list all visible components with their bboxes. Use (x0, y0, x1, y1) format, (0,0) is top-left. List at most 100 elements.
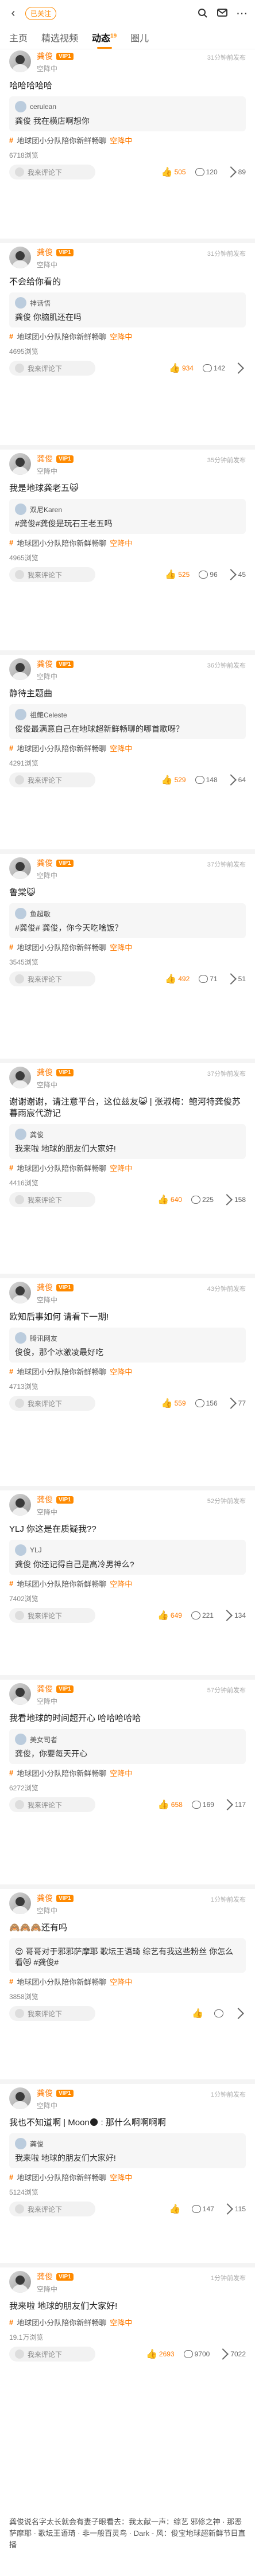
share-button[interactable]: 134 (221, 1610, 246, 1621)
quoted-comment[interactable]: 祖鲍Celeste 俊俊最满意自己在地球超新鲜畅聊的哪首歌呀？ (9, 704, 246, 739)
tab-circle[interactable]: 圈儿 (130, 30, 149, 49)
topic-tag[interactable]: # 地球团小分队陪你新鲜畅聊 空降中 (9, 331, 246, 342)
like-button[interactable]: 👍 658 (158, 1799, 183, 1810)
topic-tag[interactable]: # 地球团小分队陪你新鲜畅聊 空降中 (9, 942, 246, 953)
share-button[interactable]: 117 (221, 1799, 246, 1810)
quoted-comment[interactable]: 腾讯网友 俊俊，那个冰激凌最好吃 (9, 1328, 246, 1363)
reply-input[interactable]: 我来评论下 (9, 1797, 95, 1812)
author-name[interactable]: 龚俊 (37, 2087, 53, 2099)
share-button[interactable]: 7022 (217, 2348, 246, 2360)
comment-button[interactable] (214, 2009, 225, 2017)
quoted-comment[interactable]: 鱼超敏 #龚俊# 龚俊，你今天吃啥饭？ (9, 903, 246, 938)
reply-input[interactable]: 我来评论下 (9, 567, 95, 582)
author-name[interactable]: 龚俊 (37, 247, 53, 258)
topic-tag[interactable]: # 地球团小分队陪你新鲜畅聊 空降中 (9, 2317, 246, 2328)
topic-tag[interactable]: # 地球团小分队陪你新鲜畅聊 空降中 (9, 537, 246, 548)
like-button[interactable]: 👍 (192, 2008, 205, 2019)
share-button[interactable]: 51 (225, 973, 246, 985)
reply-input[interactable]: 我来评论下 (9, 2202, 95, 2216)
reply-input[interactable]: 我来评论下 (9, 971, 95, 986)
share-button[interactable]: 45 (225, 569, 246, 580)
post-card[interactable]: 龚俊 VIP1 空降中 52分钟前发布 YLJ 你这是在质疑我?? YLJ 龚俊… (0, 1494, 255, 1623)
tab-home[interactable]: 主页 (9, 30, 28, 49)
post-card[interactable]: 龚俊 VIP1 空降中 1分钟前发布 我也不知道啊 | Moon🌑 : 那什么啊… (0, 2087, 255, 2216)
author-name[interactable]: 龚俊 (37, 1683, 53, 1695)
topic-tag[interactable]: # 地球团小分队陪你新鲜畅聊 空降中 (9, 1767, 246, 1778)
post-card[interactable]: 龚俊 VIP1 空降中 31分钟前发布 哈哈哈哈哈 cerulean 龚俊 我在… (0, 50, 255, 179)
reply-input[interactable]: 我来评论下 (9, 2006, 95, 2021)
reply-input[interactable]: 我来评论下 (9, 1608, 95, 1623)
avatar[interactable] (9, 1892, 31, 1914)
share-button[interactable]: 158 (221, 1194, 246, 1205)
quoted-comment[interactable]: 😍 哥哥对于邪邪萨摩耶 歌坛王语琦 综艺有我这些粉丝 你怎么看😻 #龚俊# (9, 1938, 246, 1973)
topic-tag[interactable]: # 地球团小分队陪你新鲜畅聊 空降中 (9, 2172, 246, 2183)
author-name[interactable]: 龚俊 (37, 1892, 53, 1904)
topic-tag[interactable]: # 地球团小分队陪你新鲜畅聊 空降中 (9, 743, 246, 754)
quoted-comment[interactable]: 龚俊 我来啦 地球的朋友们大家好! (9, 1124, 246, 1159)
like-button[interactable]: 👍 505 (161, 166, 186, 178)
reply-input[interactable]: 我来评论下 (9, 1396, 95, 1411)
share-button[interactable]: 77 (225, 1398, 246, 1409)
quoted-comment[interactable]: 美女司者 龚俊，你要每天开心 (9, 1729, 246, 1764)
share-button[interactable]: 115 (221, 2203, 246, 2215)
topic-tag[interactable]: # 地球团小分队陪你新鲜畅聊 空降中 (9, 135, 246, 146)
author-name[interactable]: 龚俊 (37, 1494, 53, 1505)
comment-button[interactable]: 9700 (183, 2350, 210, 2358)
like-button[interactable]: 👍 649 (157, 1610, 182, 1621)
like-button[interactable]: 👍 559 (161, 1398, 186, 1409)
comment-button[interactable]: 120 (195, 168, 218, 176)
like-button[interactable]: 👍 525 (165, 569, 190, 580)
post-card[interactable]: 龚俊 VIP1 空降中 35分钟前发布 我是地球龚老五😺 双尼Karen #龚俊… (0, 453, 255, 582)
reply-input[interactable]: 我来评论下 (9, 1192, 95, 1207)
avatar[interactable] (9, 1282, 31, 1303)
comment-button[interactable]: 147 (191, 2205, 214, 2213)
author-name[interactable]: 龚俊 (37, 2271, 53, 2282)
post-card[interactable]: 龚俊 VIP1 空降中 1分钟前发布 我来啦 地球的朋友们大家好! # 地球团小… (0, 2271, 255, 2362)
avatar[interactable] (9, 658, 31, 680)
author-name[interactable]: 龚俊 (37, 1282, 53, 1293)
author-name[interactable]: 龚俊 (37, 50, 53, 62)
share-button[interactable] (233, 362, 246, 374)
avatar[interactable] (9, 50, 31, 72)
topic-tag[interactable]: # 地球团小分队陪你新鲜畅聊 空降中 (9, 1976, 246, 1987)
quoted-comment[interactable]: 双尼Karen #龚俊#龚俊是玩石王老五吗 (9, 499, 246, 534)
post-card[interactable]: 龚俊 VIP1 空降中 1分钟前发布 🙈🙈🙈还有吗 😍 哥哥对于邪邪萨摩耶 歌坛… (0, 1892, 255, 2021)
avatar[interactable] (9, 453, 31, 475)
post-card[interactable]: 龚俊 VIP1 空降中 43分钟前发布 欧知后事如何 请看下一期! 腾讯网友 俊… (0, 1282, 255, 1411)
like-button[interactable]: 👍 492 (165, 973, 190, 985)
comment-button[interactable]: 156 (195, 1399, 218, 1407)
quoted-comment[interactable]: 神话悟 龚俊 你脑肌还在吗 (9, 292, 246, 327)
quoted-comment[interactable]: cerulean 龚俊 我在横店啊想你 (9, 96, 246, 131)
reply-input[interactable]: 我来评论下 (9, 165, 95, 179)
comment-button[interactable]: 221 (191, 1611, 214, 1619)
comment-button[interactable]: 71 (199, 975, 218, 983)
quoted-comment[interactable]: YLJ 龚俊 你还记得自己是高冷男神么? (9, 1540, 246, 1575)
post-card[interactable]: 龚俊 VIP1 空降中 36分钟前发布 静待主题曲 祖鲍Celeste 俊俊最满… (0, 658, 255, 787)
tab-updates[interactable]: 动态19 (92, 30, 117, 49)
topic-tag[interactable]: # 地球团小分队陪你新鲜畅聊 空降中 (9, 1366, 246, 1377)
avatar[interactable] (9, 857, 31, 879)
followed-badge[interactable]: 已关注 (25, 6, 57, 20)
search-icon[interactable] (195, 6, 210, 21)
like-button[interactable]: 👍 934 (169, 362, 194, 374)
comment-button[interactable]: 142 (202, 364, 225, 372)
reply-input[interactable]: 我来评论下 (9, 361, 95, 376)
avatar[interactable] (9, 1683, 31, 1705)
share-button[interactable] (233, 2008, 246, 2019)
author-name[interactable]: 龚俊 (37, 658, 53, 670)
more-icon[interactable]: ⋯ (234, 6, 249, 21)
avatar[interactable] (9, 1494, 31, 1516)
author-name[interactable]: 龚俊 (37, 1067, 53, 1078)
avatar[interactable] (9, 1067, 31, 1088)
tab-videos[interactable]: 精选视频 (41, 30, 78, 49)
reply-input[interactable]: 我来评论下 (9, 772, 95, 787)
comment-button[interactable]: 169 (191, 1801, 214, 1809)
comment-button[interactable]: 148 (195, 776, 218, 784)
like-button[interactable]: 👍 529 (161, 774, 186, 786)
like-button[interactable]: 👍 640 (157, 1194, 182, 1205)
like-button[interactable]: 👍 2693 (146, 2348, 175, 2360)
share-button[interactable]: 64 (225, 774, 246, 786)
topic-tag[interactable]: # 地球团小分队陪你新鲜畅聊 空降中 (9, 1578, 246, 1589)
reply-input[interactable]: 我来评论下 (9, 2347, 95, 2362)
topic-tag[interactable]: # 地球团小分队陪你新鲜畅聊 空降中 (9, 1162, 246, 1173)
